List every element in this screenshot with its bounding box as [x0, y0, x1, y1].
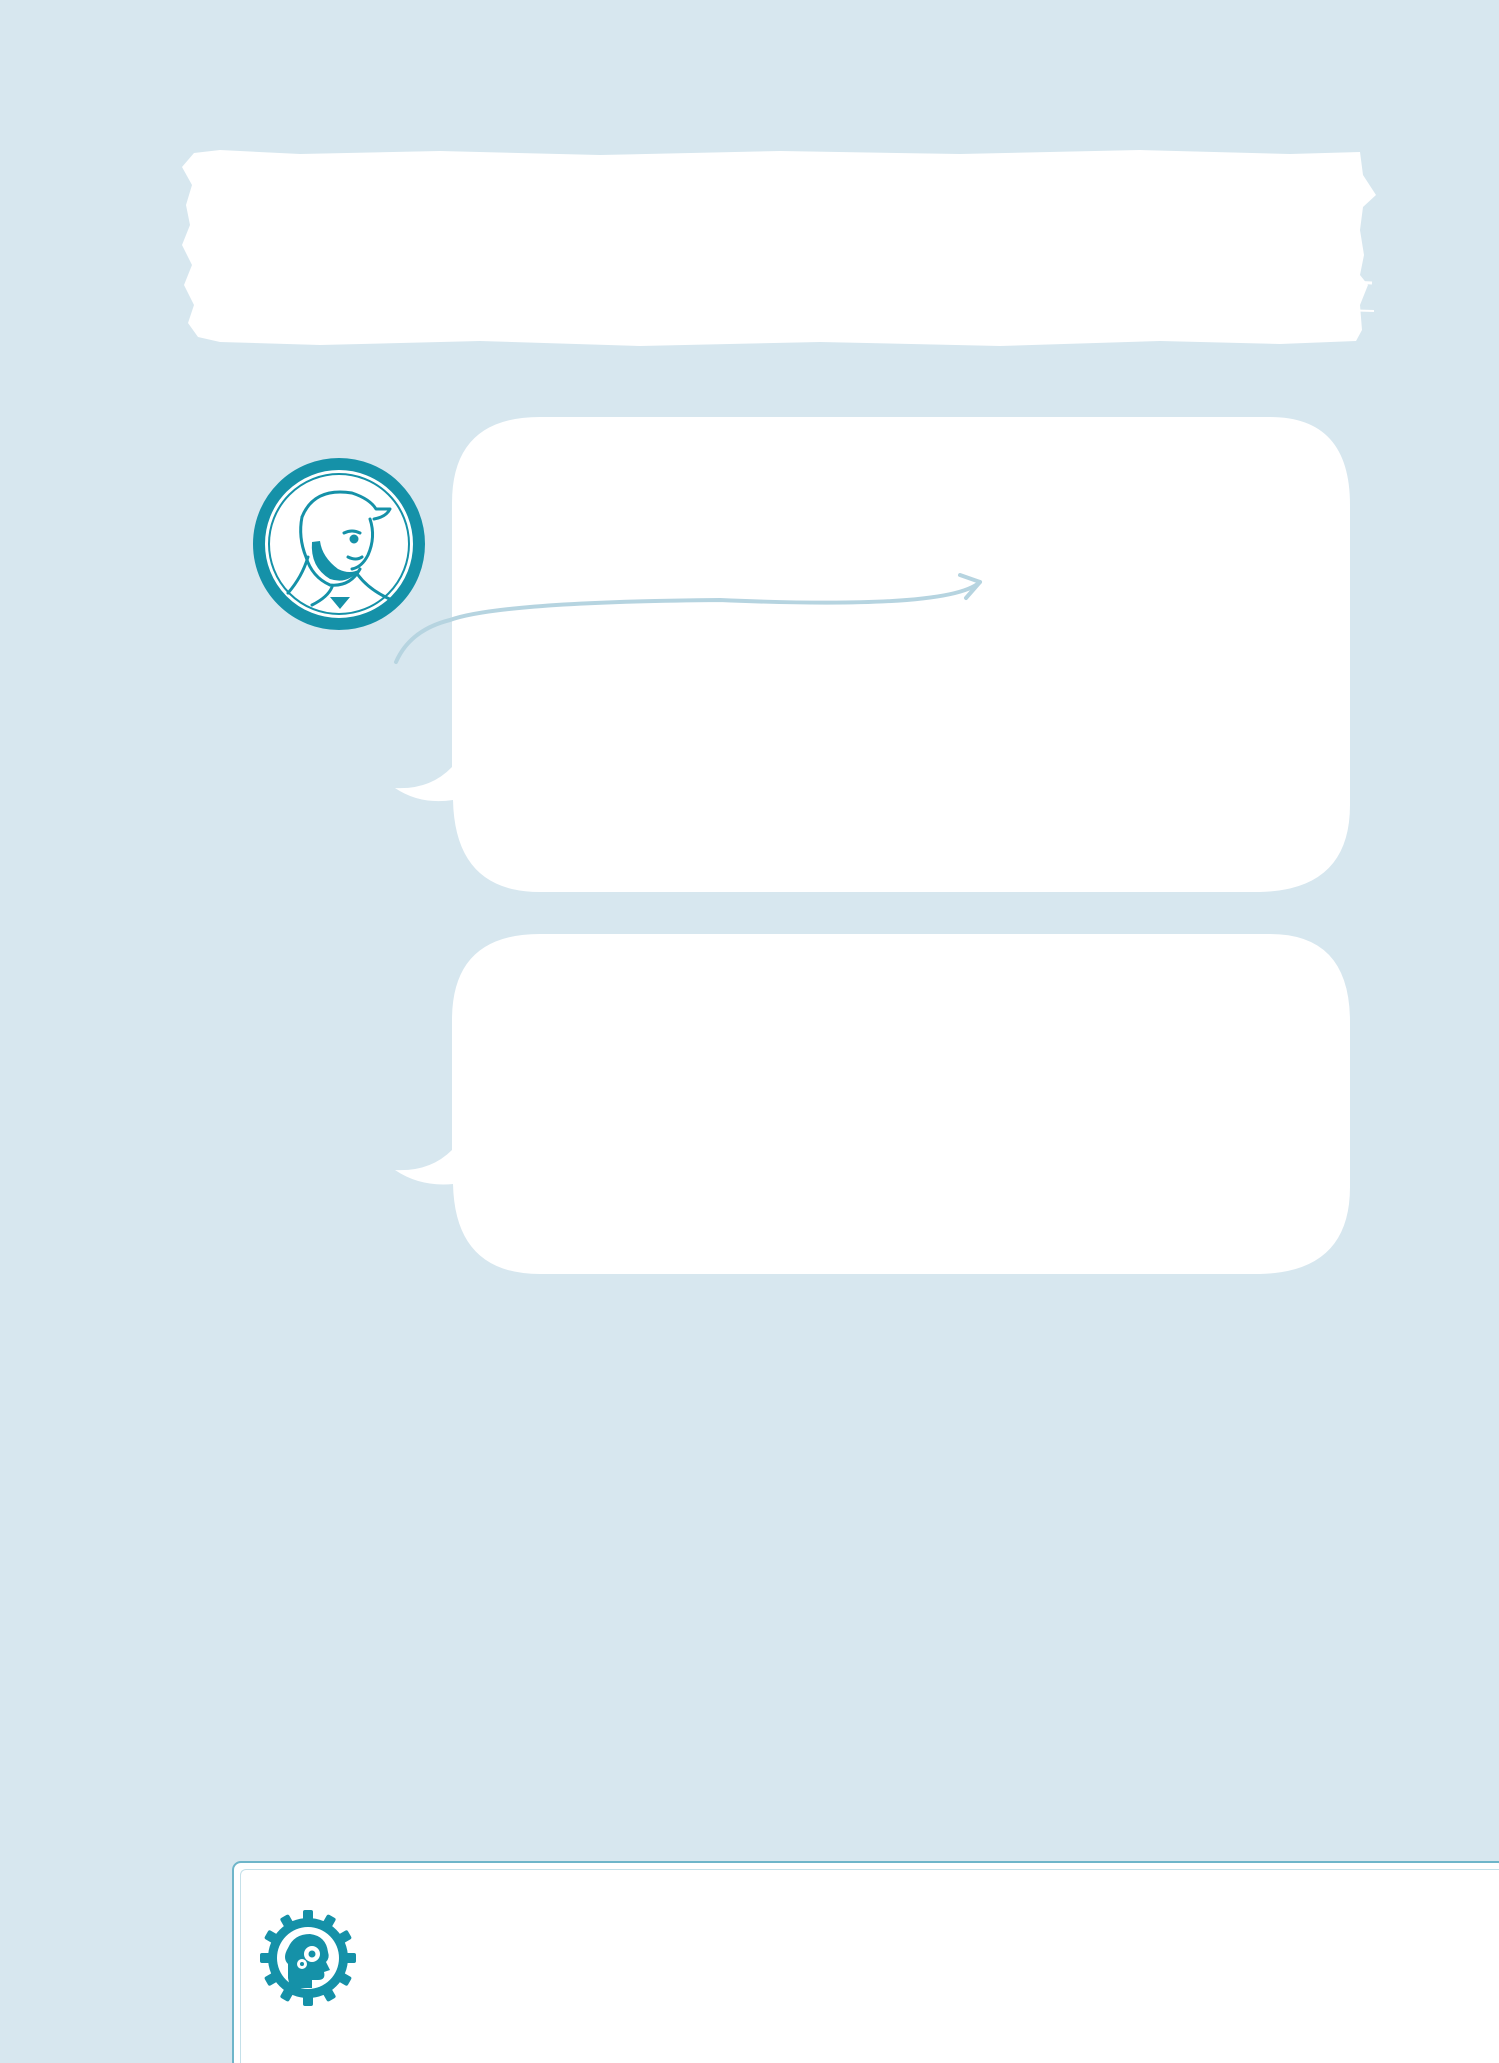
- tip-panel: [232, 1861, 1499, 2063]
- page: [0, 0, 1499, 2063]
- head-with-gears-icon: [260, 1910, 356, 2006]
- speech-bubble-2: [395, 934, 1350, 1274]
- curved-arrow-icon: [394, 573, 982, 664]
- title-strip: [182, 150, 1376, 346]
